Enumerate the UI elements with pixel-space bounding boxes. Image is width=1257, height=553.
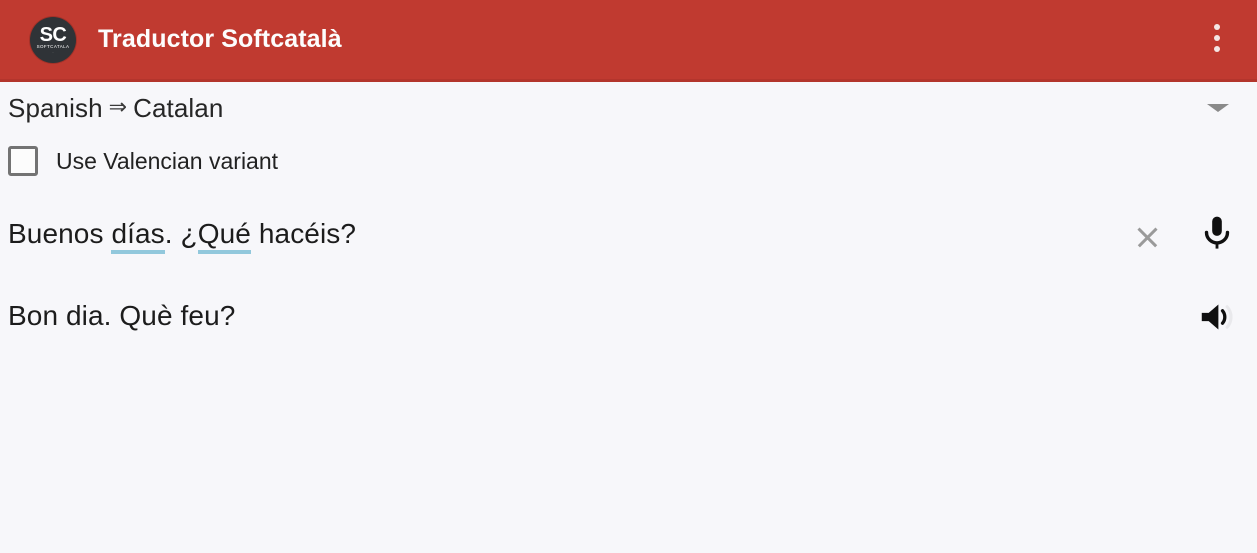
valencian-variant-row[interactable]: Use Valencian variant <box>0 134 1257 185</box>
chevron-down-icon[interactable] <box>1207 104 1229 112</box>
source-text-field[interactable]: Buenos días. ¿Qué hacéis? <box>0 205 1257 267</box>
logo-subtitle-secondary: · <box>52 49 54 54</box>
spellcheck-word-dias: días <box>111 218 165 254</box>
language-pair-selector[interactable]: Spanish ⇒ Catalan <box>0 82 1257 134</box>
source-text-segment-3: hacéis? <box>250 218 357 249</box>
target-text-field[interactable]: Bon dia. Què feu? <box>0 287 1257 349</box>
target-text-value: Bon dia. Què feu? <box>8 300 236 331</box>
target-language-label: Catalan <box>133 92 224 123</box>
source-text-segment-1: Buenos <box>8 218 112 249</box>
volume-up-icon[interactable] <box>1193 293 1241 341</box>
page-title: Traductor Softcatalà <box>98 25 342 53</box>
source-language-label: Spanish <box>8 92 103 123</box>
more-dot-3 <box>1214 46 1220 52</box>
source-text-segment-2: . ¿ <box>164 218 198 249</box>
direction-arrow-icon: ⇒ <box>108 94 128 119</box>
more-dot-2 <box>1214 35 1220 41</box>
valencian-variant-label: Use Valencian variant <box>56 147 279 174</box>
more-dot-1 <box>1214 24 1220 30</box>
more-vert-icon[interactable] <box>1197 0 1237 76</box>
app-bar: SC SOFTCATALA · Traductor Softcatalà <box>0 0 1257 82</box>
valencian-variant-checkbox[interactable] <box>8 146 38 176</box>
microphone-icon[interactable] <box>1193 211 1241 259</box>
spellcheck-word-que: Qué <box>197 218 251 254</box>
softcatala-logo-icon: SC SOFTCATALA · <box>30 16 76 63</box>
close-icon[interactable] <box>1129 219 1165 255</box>
logo-initials: SC <box>39 23 67 46</box>
source-text-value[interactable]: Buenos días. ¿Qué hacéis? <box>8 205 1249 263</box>
